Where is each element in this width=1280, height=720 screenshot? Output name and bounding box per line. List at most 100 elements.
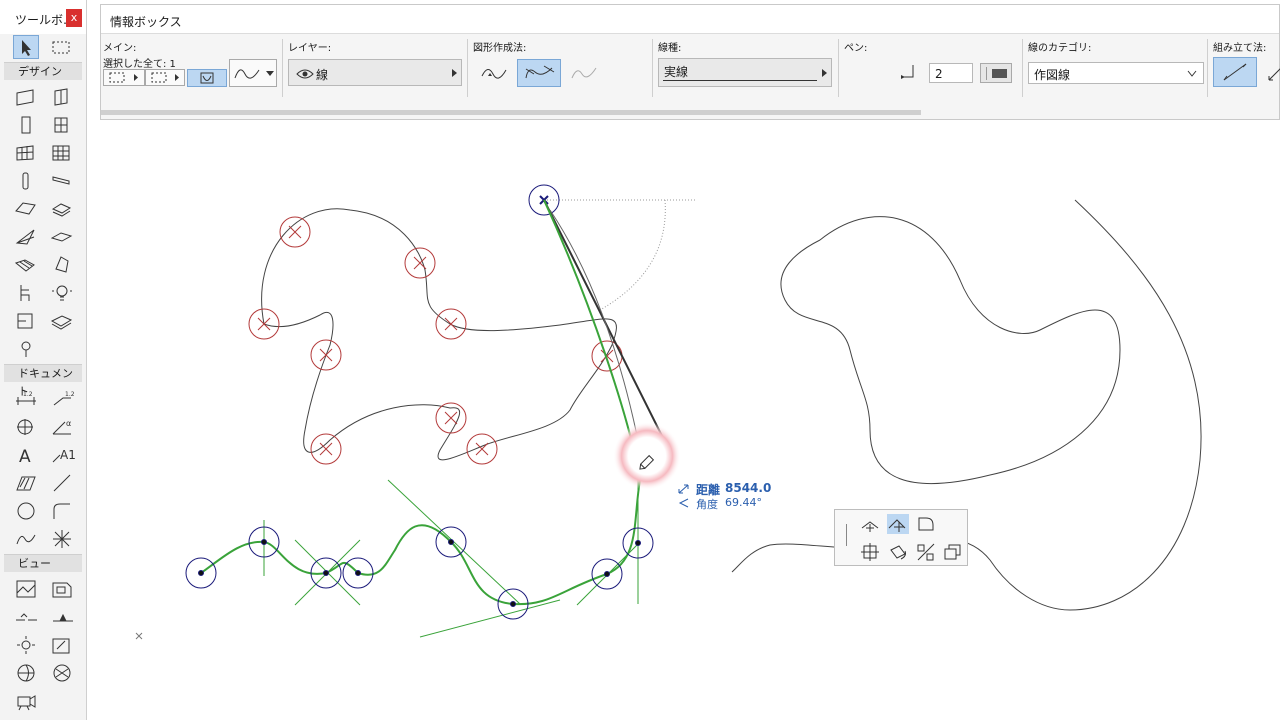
change-tool[interactable]	[49, 661, 75, 685]
spline-mode-icon	[234, 69, 260, 79]
wall-tool[interactable]	[13, 85, 39, 109]
spline-icon	[16, 534, 36, 545]
label-tool[interactable]: A1	[49, 443, 76, 467]
selection-mode-button[interactable]	[103, 69, 145, 86]
level-dimension-tool[interactable]: 1.2	[49, 387, 75, 411]
spline-curve[interactable]	[261, 208, 617, 461]
category-value: 作図線	[1034, 68, 1071, 82]
text-tool[interactable]: A	[13, 443, 39, 467]
fill-icon	[16, 476, 36, 491]
camera-tool[interactable]	[13, 689, 39, 713]
window-tool[interactable]	[49, 113, 75, 137]
railing-tool[interactable]	[49, 309, 75, 333]
marquee-mode-button[interactable]	[145, 69, 185, 86]
grid-tool[interactable]	[49, 141, 75, 165]
info-box-titlebar[interactable]: 情報ボックス	[101, 5, 1279, 34]
section-tool[interactable]	[13, 605, 39, 629]
elevation-tool[interactable]	[49, 605, 75, 629]
origin-marker-icon	[135, 632, 143, 640]
roof-tool[interactable]	[13, 225, 39, 249]
freehand-spline-button[interactable]	[567, 59, 601, 87]
worksheet-tool[interactable]	[49, 633, 75, 657]
lamp-tool[interactable]	[49, 281, 75, 305]
pen-input[interactable]: 2	[929, 63, 973, 83]
svg-text:1.2: 1.2	[23, 391, 33, 398]
object-tool[interactable]	[13, 281, 39, 305]
info-box-scrollbar[interactable]	[101, 110, 921, 115]
toolbox-palette: ツールボ… x デザイン ドキュメント 1.2 1.2 α A A1 ビュー	[0, 0, 87, 720]
divider	[1207, 39, 1208, 97]
fillet-button[interactable]	[915, 514, 937, 534]
floor-plan-canvas[interactable]	[86, 120, 1280, 720]
post-icon	[22, 172, 29, 190]
section-view[interactable]: ビュー	[4, 554, 82, 572]
closed-spline-shape[interactable]	[780, 216, 1121, 485]
label-icon: A1	[52, 448, 76, 463]
fill-tool[interactable]	[13, 471, 39, 495]
morph-tool[interactable]	[49, 253, 75, 277]
mirror-button[interactable]	[915, 542, 937, 562]
beam-tool[interactable]	[49, 169, 75, 193]
shell-tool[interactable]	[49, 225, 75, 249]
marquee-icon	[52, 41, 70, 54]
layer-selector[interactable]: 線	[288, 59, 462, 86]
drag-button[interactable]	[860, 542, 882, 562]
zone-tool[interactable]	[13, 309, 39, 333]
line-tool[interactable]	[49, 471, 75, 495]
info-box-palette: 情報ボックス メイン: 選択した全て: 1 レイヤー: 線 図形作成法: 線種:…	[100, 4, 1280, 120]
selection-mode-icon	[109, 72, 138, 83]
toolbox-close-icon[interactable]: x	[66, 9, 82, 27]
section-design[interactable]: デザイン	[4, 62, 82, 80]
arrow-select-tool[interactable]	[13, 35, 39, 59]
spline-mode-dropdown[interactable]	[229, 59, 277, 87]
angle-dimension-icon: α	[52, 419, 71, 435]
rotate-button[interactable]	[887, 542, 909, 562]
move-node-button[interactable]	[887, 514, 909, 534]
natural-spline-button[interactable]	[477, 59, 511, 87]
dimension-icon: 1.2	[16, 391, 36, 405]
window-icon	[54, 117, 68, 133]
category-dropdown[interactable]: 作図線	[1028, 62, 1204, 84]
multiply-button[interactable]	[942, 542, 964, 562]
stair-tool[interactable]	[49, 197, 75, 221]
svg-text:A: A	[19, 447, 31, 465]
label-marker-tool[interactable]	[13, 337, 39, 361]
pet-palette-grip[interactable]	[846, 524, 847, 546]
door-tool[interactable]	[13, 113, 39, 137]
swatch-divider	[986, 67, 987, 80]
polyline-tool[interactable]	[49, 499, 75, 523]
mirror-icon	[917, 543, 935, 561]
slab-tool[interactable]	[13, 197, 39, 221]
dimension-tool[interactable]: 1.2	[13, 387, 39, 411]
camera-view-tool[interactable]	[49, 577, 75, 601]
hotspot-icon	[53, 530, 71, 548]
interior-elevation-tool[interactable]	[13, 633, 39, 657]
toolbox-titlebar[interactable]: ツールボ… x	[0, 0, 86, 34]
section-document[interactable]: ドキュメント	[4, 364, 82, 398]
svg-text:α: α	[66, 419, 71, 428]
angle-arc	[599, 199, 666, 311]
column-tool[interactable]	[49, 85, 75, 109]
angle-dimension-tool[interactable]: α	[49, 415, 75, 439]
interior-elevation-icon	[17, 636, 35, 654]
single-segment-button[interactable]	[1213, 57, 1257, 87]
magic-wand-button[interactable]	[187, 69, 227, 87]
mesh-tool[interactable]	[13, 253, 39, 277]
curtain-wall-tool[interactable]	[13, 141, 39, 165]
circle-tool[interactable]	[13, 499, 39, 523]
arrow-select-icon	[22, 40, 31, 56]
linetype-selector[interactable]: 実線	[658, 58, 832, 87]
chained-segment-icon[interactable]	[1265, 60, 1280, 86]
hotspot-tool[interactable]	[49, 527, 75, 551]
marquee-tool[interactable]	[49, 35, 75, 59]
detail-tool[interactable]	[13, 661, 39, 685]
radial-dimension-tool[interactable]	[13, 415, 39, 439]
spline-tool[interactable]	[13, 527, 39, 551]
svg-text:1.2: 1.2	[65, 391, 75, 398]
insert-node-button[interactable]	[860, 514, 882, 534]
chevron-right-icon	[822, 69, 827, 77]
bezier-spline-button[interactable]	[517, 59, 561, 87]
pen-color-button[interactable]	[980, 63, 1012, 83]
column-post-tool[interactable]	[13, 169, 39, 193]
figure-tool[interactable]	[13, 577, 39, 601]
